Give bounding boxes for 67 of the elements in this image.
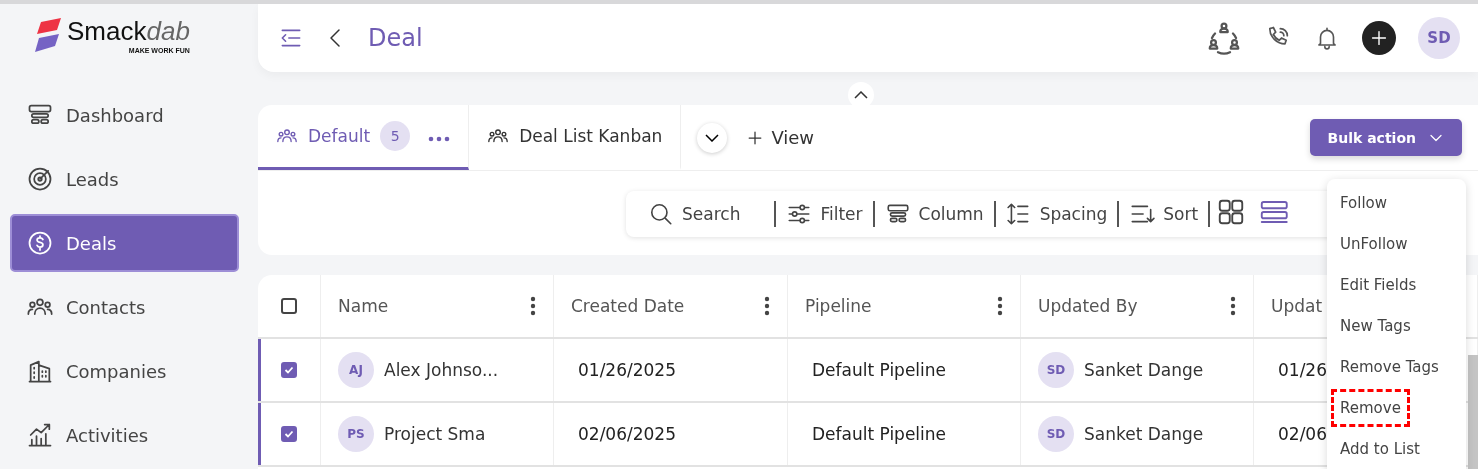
toolbar-button[interactable]: Spacing xyxy=(995,201,1120,227)
sidebar-item[interactable]: Leads xyxy=(10,150,239,208)
logo-wordmark: Smackdab xyxy=(67,18,190,44)
user-avatar[interactable]: SD xyxy=(1418,17,1460,59)
add-view-button[interactable]: View xyxy=(739,126,821,149)
toolbar-button[interactable]: Column xyxy=(874,201,996,227)
select-all-checkbox[interactable] xyxy=(281,298,297,314)
column-header: Updated By xyxy=(1038,296,1138,316)
check-icon xyxy=(284,365,294,375)
team-cycle-icon[interactable] xyxy=(1206,20,1242,56)
scrollbar[interactable] xyxy=(1468,355,1478,469)
table-cell: Alex Johnso... xyxy=(384,360,499,380)
column-menu-icon[interactable] xyxy=(1230,296,1236,316)
column-menu-icon[interactable] xyxy=(997,296,1003,316)
page-title: Deal xyxy=(368,24,423,52)
column-header: Updat xyxy=(1271,296,1323,316)
table-cell: Default Pipeline xyxy=(812,360,947,380)
initials-avatar: AJ xyxy=(338,352,374,388)
more-views-button[interactable] xyxy=(697,122,728,153)
row-checkbox[interactable] xyxy=(281,362,297,378)
menu-item[interactable]: Remove Tags xyxy=(1331,348,1448,386)
table-cell: 02/06/2025 xyxy=(578,424,676,444)
count-badge: 5 xyxy=(380,121,411,151)
chevron-up-icon xyxy=(854,91,868,99)
table-cell: Sanket Dange xyxy=(1084,424,1204,444)
column-header: Pipeline xyxy=(805,296,872,316)
table-cell: 01/26/2025 xyxy=(578,360,676,380)
sidebar-item[interactable]: Companies xyxy=(10,342,239,400)
view-tab[interactable]: Deal List Kanban xyxy=(469,105,682,170)
dollar-icon xyxy=(26,229,54,257)
table-cell: Project Sma xyxy=(384,424,486,444)
target-icon xyxy=(26,165,54,193)
menu-item[interactable]: New Tags xyxy=(1331,307,1420,345)
initials-avatar: PS xyxy=(338,416,374,452)
sidebar-item[interactable]: Contacts xyxy=(10,278,239,336)
chevron-down-icon xyxy=(705,133,720,142)
logo-mark-icon xyxy=(33,18,63,54)
table-cell: 02/06 xyxy=(1278,424,1327,444)
collapse-button[interactable] xyxy=(848,82,874,108)
bulk-action-button[interactable]: Bulk action xyxy=(1309,119,1462,156)
view-tab[interactable]: Default 5 xyxy=(258,105,470,170)
table-cell: 01/26 xyxy=(1278,360,1327,380)
column-menu-icon[interactable] xyxy=(530,296,536,316)
menu-item[interactable]: Remove xyxy=(1331,389,1410,427)
add-button[interactable] xyxy=(1362,21,1396,55)
check-icon xyxy=(284,429,294,439)
search-icon xyxy=(648,201,674,227)
column-header: Name xyxy=(338,296,389,316)
table-cell: Sanket Dange xyxy=(1084,360,1204,380)
search-button[interactable]: Search xyxy=(638,201,777,227)
initials-avatar: SD xyxy=(1038,352,1074,388)
chart-icon xyxy=(26,421,54,449)
menu-item[interactable]: UnFollow xyxy=(1331,225,1417,263)
column-header: Created Date xyxy=(571,296,685,316)
sidebar-item[interactable]: Deals xyxy=(10,214,239,272)
column-menu-icon[interactable] xyxy=(764,296,770,316)
sidebar-item[interactable]: Activities xyxy=(10,406,239,464)
sidebar-item[interactable]: Dashboard xyxy=(10,86,239,144)
toolbar-button[interactable]: Filter xyxy=(776,201,875,227)
row-checkbox[interactable] xyxy=(281,426,297,442)
menu-item[interactable]: Edit Fields xyxy=(1331,266,1426,304)
table-cell: Default Pipeline xyxy=(812,424,947,444)
more-icon[interactable] xyxy=(428,136,451,142)
menu-item[interactable]: Add to List xyxy=(1331,430,1429,468)
initials-avatar: SD xyxy=(1038,416,1074,452)
menu-item[interactable]: Follow xyxy=(1331,184,1397,222)
toolbar-button[interactable]: Sort xyxy=(1119,201,1211,227)
